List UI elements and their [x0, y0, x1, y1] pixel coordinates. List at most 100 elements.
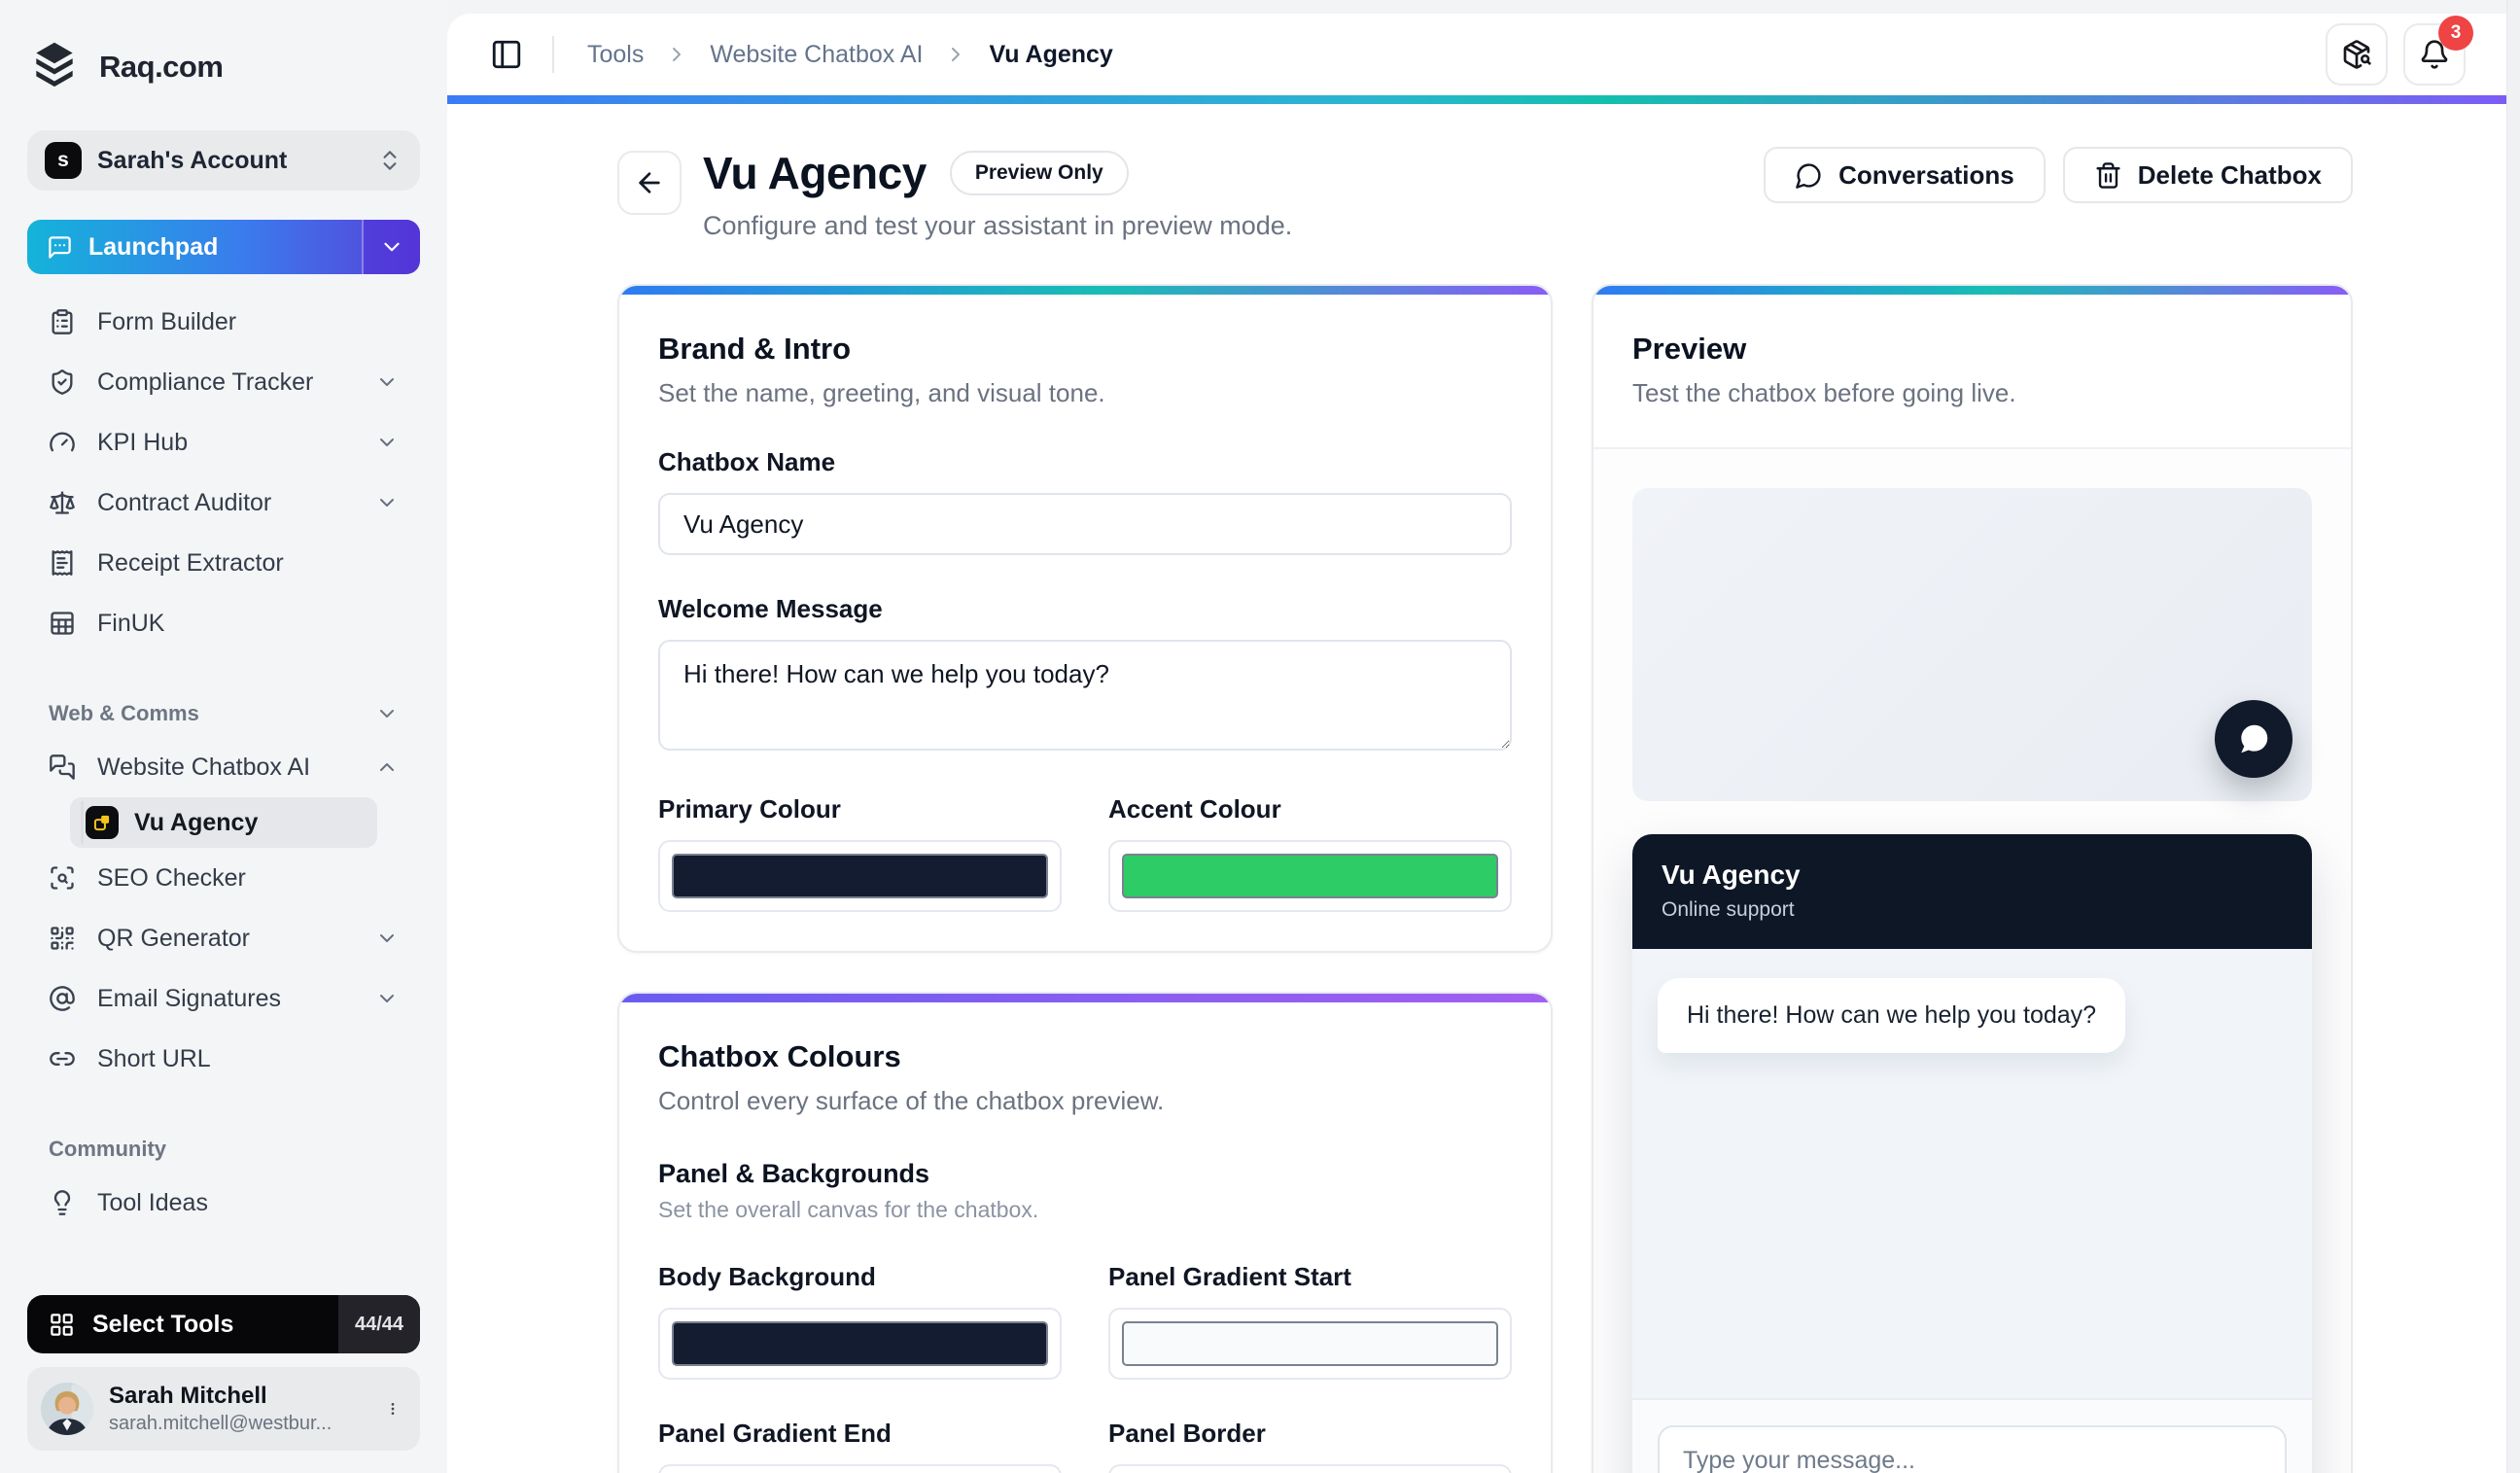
lightbulb-icon [53, 1190, 71, 1215]
chat-widget-name: Vu Agency [1662, 859, 1801, 890]
brand-logo: Raq.com [27, 37, 420, 97]
user-name: Sarah Mitchell [109, 1383, 267, 1409]
sidebar-item-label: Form Builder [97, 307, 237, 335]
panel-border-label: Panel Border [1108, 1419, 1266, 1448]
notifications-button[interactable]: 3 [2403, 16, 2473, 86]
user-card[interactable]: Sarah Mitchell sarah.mitchell@westbur... [27, 1367, 420, 1451]
messages-square-icon [50, 754, 75, 780]
preview-column: Preview Test the chatbox before going li… [1592, 284, 2353, 1473]
preview-title: Preview [1632, 332, 1747, 366]
panel-border-picker[interactable] [1108, 1464, 1512, 1473]
breadcrumb-tools[interactable]: Tools [587, 41, 644, 69]
body-background-swatch [672, 1321, 1048, 1366]
breadcrumb-website-chatbox-ai[interactable]: Website Chatbox AI [710, 41, 923, 69]
launchpad-dropdown-toggle[interactable] [362, 220, 420, 274]
arrow-left-icon [639, 172, 660, 193]
card-subtitle: Set the name, greeting, and visual tone. [658, 378, 1105, 407]
preview-canvas [1632, 488, 2312, 801]
chat-launcher-button[interactable] [2215, 700, 2292, 778]
chatbox-colours-card: Chatbox Colours Control every surface of… [617, 992, 1553, 1473]
launchpad-main[interactable]: Launchpad [27, 233, 362, 262]
chatbox-name-input[interactable] [658, 493, 1512, 555]
preview-only-badge: Preview Only [949, 151, 1129, 195]
chat-bubble-icon [2241, 724, 2268, 754]
body-background-picker[interactable] [658, 1308, 1062, 1380]
page-subtitle: Configure and test your assistant in pre… [703, 211, 1293, 240]
account-avatar: s [45, 142, 82, 179]
welcome-message-textarea[interactable]: Hi there! How can we help you today? [658, 640, 1512, 751]
package-search-button[interactable] [2326, 23, 2388, 86]
sidebar-item-finuk[interactable]: FinUK [27, 593, 420, 653]
panel-gradient-end-picker[interactable] [658, 1464, 1062, 1473]
sidebar-item-label: QR Generator [97, 924, 251, 952]
account-switcher[interactable]: s Sarah's Account [27, 130, 420, 191]
card-accent [619, 286, 1551, 295]
header-actions: Conversations Delete Chatbox [1764, 147, 2353, 203]
accent-colour-picker[interactable] [1108, 840, 1512, 912]
topbar: Tools Website Chatbox AI Vu Agency 3 [447, 14, 2506, 95]
shield-check-icon [52, 369, 73, 395]
sidebar-item-form-builder[interactable]: Form Builder [27, 292, 420, 352]
brand-intro-card: Brand & Intro Set the name, greeting, an… [617, 284, 1553, 953]
sidebar-item-compliance-tracker[interactable]: Compliance Tracker [27, 352, 420, 412]
chat-widget-header: Vu Agency Online support [1632, 834, 2312, 949]
sidebar-item-label: Vu Agency [134, 808, 259, 836]
sidebar-item-contract-auditor[interactable]: Contract Auditor [27, 473, 420, 533]
conversations-button[interactable]: Conversations [1764, 147, 2046, 203]
sidebar-item-label: KPI Hub [97, 428, 189, 456]
sidebar-item-label: Tool Ideas [97, 1188, 208, 1216]
back-button[interactable] [617, 151, 682, 215]
chevron-down-icon [380, 438, 394, 446]
launchpad-button[interactable]: Launchpad [27, 220, 420, 274]
primary-colour-picker[interactable] [658, 840, 1062, 912]
clipboard-list-icon [52, 309, 73, 334]
chat-message-input[interactable] [1658, 1425, 2287, 1473]
at-sign-icon [50, 986, 75, 1011]
accent-colour-swatch [1122, 854, 1498, 898]
chat-widget: Vu Agency Online support Hi there! How c… [1632, 834, 2312, 1473]
user-avatar [41, 1383, 93, 1435]
section-label: Web & Comms [49, 701, 199, 725]
panel-left-toggle-icon[interactable] [490, 38, 523, 71]
sidebar-item-email-signatures[interactable]: Email Signatures [27, 968, 420, 1029]
sidebar-item-qr-generator[interactable]: QR Generator [27, 908, 420, 968]
panel-backgrounds-title: Panel & Backgrounds [658, 1159, 930, 1188]
message-square-dots-icon [49, 235, 71, 259]
preview-body: Vu Agency Online support Hi there! How c… [1593, 449, 2351, 1473]
sidebar-item-vu-agency[interactable]: Vu Agency [70, 797, 377, 848]
main-panel: Tools Website Chatbox AI Vu Agency 3 Vu … [447, 14, 2506, 1473]
topbar-divider [552, 36, 554, 73]
sidebar-item-kpi-hub[interactable]: KPI Hub [27, 412, 420, 473]
sidebar-item-tool-ideas[interactable]: Tool Ideas [27, 1173, 420, 1233]
package-search-icon [2343, 40, 2371, 69]
section-community: Community [27, 1134, 420, 1165]
card-accent [1593, 286, 2351, 295]
panel-gradient-start-picker[interactable] [1108, 1308, 1512, 1380]
delete-chatbox-button[interactable]: Delete Chatbox [2062, 147, 2353, 203]
chat-widget-messages: Hi there! How can we help you today? [1632, 949, 2312, 1398]
launchpad-label: Launchpad [88, 232, 219, 261]
card-subtitle: Control every surface of the chatbox pre… [658, 1086, 1165, 1115]
chevron-down-icon [380, 934, 394, 942]
page-content: Vu Agency Preview Only Configure and tes… [447, 104, 2506, 1473]
chevron-down-icon [384, 242, 400, 252]
section-web-comms[interactable]: Web & Comms [27, 698, 420, 729]
sidebar-item-short-url[interactable]: Short URL [27, 1029, 420, 1089]
sidebar-item-receipt-extractor[interactable]: Receipt Extractor [27, 533, 420, 593]
sidebar-item-seo-checker[interactable]: SEO Checker [27, 848, 420, 908]
scrollbar[interactable] [2506, 0, 2520, 1473]
tree-line [81, 801, 84, 844]
select-tools-button[interactable]: Select Tools 44/44 [27, 1295, 420, 1353]
section-label: Community [49, 1137, 166, 1161]
chevron-up-icon [380, 763, 394, 771]
sidebar-item-label: Contract Auditor [97, 488, 272, 516]
qr-code-icon [51, 927, 74, 950]
accent-divider [447, 95, 2506, 104]
sidebar-item-website-chatbox-ai[interactable]: Website Chatbox AI [27, 737, 420, 797]
sidebar-nav: Form Builder Compliance Tracker KPI Hub … [27, 292, 420, 653]
ellipsis-vertical-icon[interactable] [379, 1395, 406, 1422]
sidebar-item-label: Email Signatures [97, 984, 281, 1012]
sidebar-item-label: Website Chatbox AI [97, 753, 311, 781]
tools-count-badge: 44/44 [338, 1295, 420, 1353]
app-root: Raq.com s Sarah's Account Launchpad Form… [0, 0, 2520, 1473]
